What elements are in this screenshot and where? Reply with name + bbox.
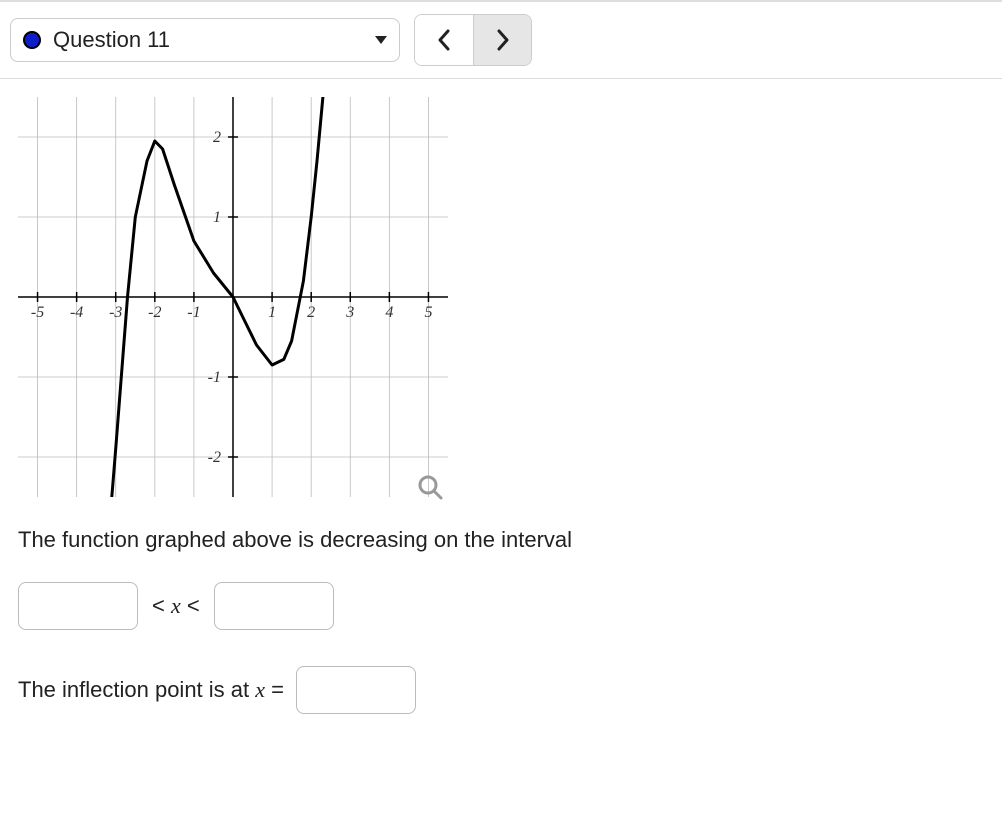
svg-text:1: 1 <box>213 209 221 226</box>
svg-text:-5: -5 <box>31 304 44 321</box>
next-button[interactable] <box>473 15 531 65</box>
svg-text:4: 4 <box>385 304 393 321</box>
question-label: Question 11 <box>53 27 367 53</box>
svg-text:3: 3 <box>345 304 354 321</box>
interval-answer-row: < x < <box>18 582 984 630</box>
toolbar: Question 11 <box>0 1 1002 79</box>
inflection-row: The inflection point is at x = <box>18 666 984 714</box>
function-graph: -5 -4 -3 -2 -1 1 2 3 4 5 -2 -1 1 2 <box>18 97 448 497</box>
nav-group <box>414 14 532 66</box>
interval-high-input[interactable] <box>214 582 334 630</box>
svg-text:1: 1 <box>268 304 276 321</box>
inflection-prompt: The inflection point is at x = <box>18 677 284 703</box>
question-selector[interactable]: Question 11 <box>10 18 400 62</box>
interval-separator: < x < <box>152 593 200 619</box>
svg-text:-1: -1 <box>187 304 200 321</box>
chevron-down-icon <box>375 36 387 44</box>
svg-text:-4: -4 <box>70 304 83 321</box>
content: -5 -4 -3 -2 -1 1 2 3 4 5 -2 -1 1 2 The function graph… <box>0 79 1002 744</box>
magnify-icon[interactable] <box>416 473 444 501</box>
svg-text:-3: -3 <box>109 304 122 321</box>
graph: -5 -4 -3 -2 -1 1 2 3 4 5 -2 -1 1 2 <box>18 97 448 497</box>
prompt-decreasing: The function graphed above is decreasing… <box>18 523 984 556</box>
svg-text:-2: -2 <box>208 449 221 466</box>
interval-low-input[interactable] <box>18 582 138 630</box>
svg-text:-1: -1 <box>208 369 221 386</box>
prev-button[interactable] <box>415 15 473 65</box>
chevron-left-icon <box>437 29 451 51</box>
svg-text:5: 5 <box>424 304 432 321</box>
svg-text:2: 2 <box>307 304 315 321</box>
inflection-input[interactable] <box>296 666 416 714</box>
chevron-right-icon <box>496 29 510 51</box>
svg-text:2: 2 <box>213 129 221 146</box>
svg-text:-2: -2 <box>148 304 161 321</box>
status-dot-icon <box>23 31 41 49</box>
